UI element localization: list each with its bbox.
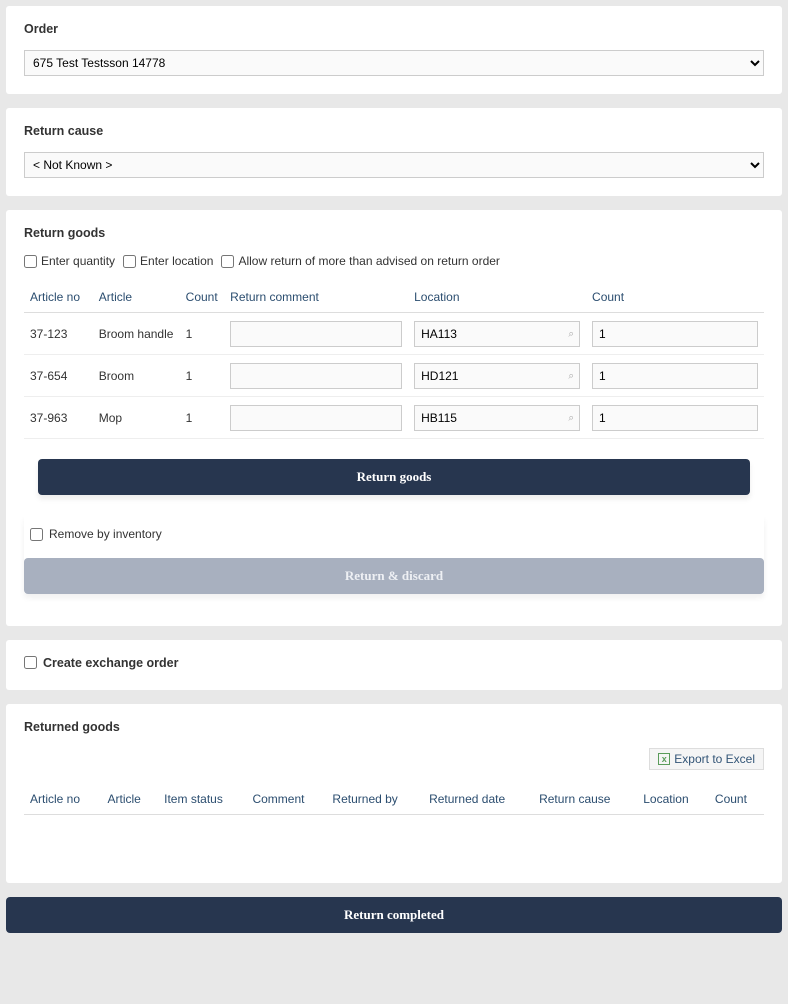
- location-input[interactable]: [414, 321, 580, 347]
- th-article: Article: [93, 282, 180, 313]
- return-goods-table: Article no Article Count Return comment …: [24, 282, 764, 439]
- return-goods-title: Return goods: [24, 226, 764, 240]
- th-count2: Count: [586, 282, 764, 313]
- cell-count: 1: [180, 355, 225, 397]
- th-returned-by: Returned by: [326, 784, 423, 815]
- table-row: 37-123 Broom handle 1 ⌕: [24, 313, 764, 355]
- returned-goods-title: Returned goods: [24, 720, 764, 734]
- th-article-no: Article no: [24, 282, 93, 313]
- create-exchange-label[interactable]: Create exchange order: [24, 656, 178, 670]
- returned-goods-panel: Returned goods x Export to Excel Article…: [6, 704, 782, 883]
- th-count: Count: [709, 784, 764, 815]
- count-input[interactable]: [592, 321, 758, 347]
- export-excel-link[interactable]: x Export to Excel: [649, 748, 764, 770]
- allow-more-label[interactable]: Allow return of more than advised on ret…: [221, 254, 499, 268]
- th-location: Location: [408, 282, 586, 313]
- return-cause-title: Return cause: [24, 124, 764, 138]
- return-goods-button[interactable]: Return goods: [38, 459, 750, 495]
- cell-article-no: 37-963: [24, 397, 93, 439]
- enter-quantity-label[interactable]: Enter quantity: [24, 254, 115, 268]
- enter-quantity-checkbox[interactable]: [24, 255, 37, 268]
- cell-article: Mop: [93, 397, 180, 439]
- cell-article: Broom handle: [93, 313, 180, 355]
- enter-quantity-text: Enter quantity: [41, 254, 115, 268]
- exchange-order-panel: Create exchange order: [6, 640, 782, 691]
- location-input[interactable]: [414, 405, 580, 431]
- enter-location-checkbox[interactable]: [123, 255, 136, 268]
- order-select[interactable]: 675 Test Testsson 14778: [24, 50, 764, 76]
- allow-more-text: Allow return of more than advised on ret…: [238, 254, 499, 268]
- return-discard-box: Remove by inventory Return & discard: [24, 515, 764, 594]
- th-article: Article: [102, 784, 159, 815]
- th-location: Location: [637, 784, 709, 815]
- return-cause-select[interactable]: < Not Known >: [24, 152, 764, 178]
- th-return-cause: Return cause: [533, 784, 637, 815]
- cell-article-no: 37-654: [24, 355, 93, 397]
- return-completed-button[interactable]: Return completed: [6, 897, 782, 933]
- returned-goods-table: Article no Article Item status Comment R…: [24, 784, 764, 815]
- table-row: 37-654 Broom 1 ⌕: [24, 355, 764, 397]
- remove-by-inventory-checkbox[interactable]: [30, 528, 43, 541]
- count-input[interactable]: [592, 405, 758, 431]
- cell-count: 1: [180, 313, 225, 355]
- return-goods-options: Enter quantity Enter location Allow retu…: [24, 254, 764, 268]
- remove-by-inventory-label[interactable]: Remove by inventory: [30, 527, 162, 541]
- th-count: Count: [180, 282, 225, 313]
- allow-more-checkbox[interactable]: [221, 255, 234, 268]
- export-excel-text: Export to Excel: [674, 752, 755, 766]
- cell-article: Broom: [93, 355, 180, 397]
- return-comment-input[interactable]: [230, 405, 402, 431]
- excel-icon: x: [658, 753, 670, 765]
- return-comment-input[interactable]: [230, 363, 402, 389]
- table-header-row: Article no Article Count Return comment …: [24, 282, 764, 313]
- th-article-no: Article no: [24, 784, 102, 815]
- enter-location-label[interactable]: Enter location: [123, 254, 213, 268]
- create-exchange-text: Create exchange order: [43, 656, 178, 670]
- return-goods-panel: Return goods Enter quantity Enter locati…: [6, 210, 782, 626]
- cell-article-no: 37-123: [24, 313, 93, 355]
- table-row: 37-963 Mop 1 ⌕: [24, 397, 764, 439]
- th-item-status: Item status: [158, 784, 246, 815]
- order-title: Order: [24, 22, 764, 36]
- order-panel: Order 675 Test Testsson 14778: [6, 6, 782, 94]
- table-header-row: Article no Article Item status Comment R…: [24, 784, 764, 815]
- enter-location-text: Enter location: [140, 254, 213, 268]
- cell-count: 1: [180, 397, 225, 439]
- return-comment-input[interactable]: [230, 321, 402, 347]
- location-input[interactable]: [414, 363, 580, 389]
- th-return-comment: Return comment: [224, 282, 408, 313]
- count-input[interactable]: [592, 363, 758, 389]
- th-comment: Comment: [246, 784, 326, 815]
- remove-by-inventory-text: Remove by inventory: [49, 527, 162, 541]
- th-returned-date: Returned date: [423, 784, 533, 815]
- return-cause-panel: Return cause < Not Known >: [6, 108, 782, 196]
- create-exchange-checkbox[interactable]: [24, 656, 37, 669]
- return-discard-button[interactable]: Return & discard: [24, 558, 764, 594]
